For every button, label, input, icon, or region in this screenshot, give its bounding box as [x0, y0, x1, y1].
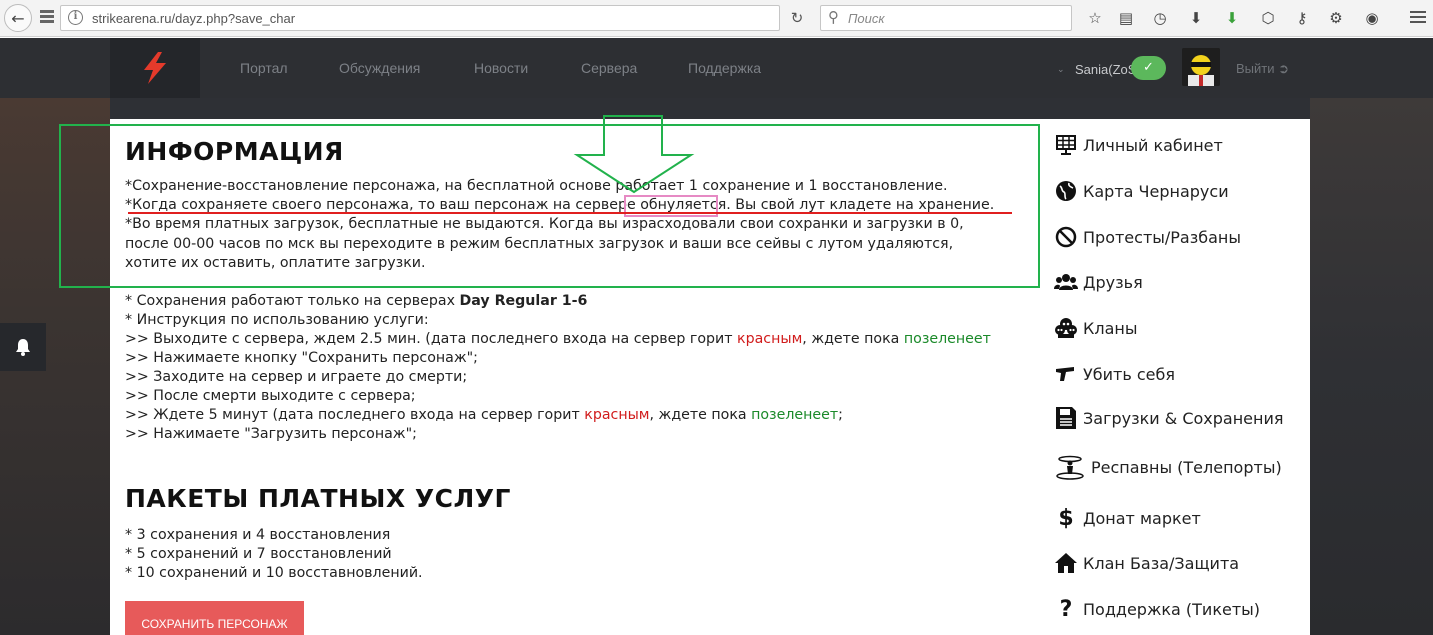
nav-news[interactable]: Новости: [474, 60, 528, 76]
check-icon: ✓: [1143, 60, 1154, 75]
logout-link[interactable]: Выйти ➲: [1236, 61, 1289, 77]
nav-servers[interactable]: Сервера: [581, 60, 637, 76]
nav-discussions[interactable]: Обсуждения: [339, 60, 420, 76]
background-art-right: [1310, 97, 1433, 635]
addon-icon[interactable]: ◉: [1362, 8, 1382, 28]
search-placeholder: Поиск: [848, 11, 885, 26]
sidebar-item-label: Личный кабинет: [1083, 135, 1223, 155]
pistol-icon: [1054, 362, 1078, 386]
sidebar-item-label: Загрузки & Сохранения: [1083, 408, 1284, 428]
search-icon: ⚲: [828, 8, 839, 26]
pack-item-3: * 10 сохранений и 10 восставновлений.: [125, 565, 423, 581]
site-info-icon[interactable]: i: [68, 10, 83, 25]
solar-panel-icon: [1054, 133, 1078, 157]
avatar[interactable]: [1182, 48, 1220, 86]
sidebar-item-label: Поддержка (Тикеты): [1083, 599, 1261, 619]
key-icon[interactable]: ⚷: [1292, 8, 1312, 28]
ban-icon: [1054, 225, 1078, 249]
step-4: >> После смерти выходите с сервера;: [125, 388, 416, 404]
reading-list-icon[interactable]: ▤: [1116, 8, 1136, 28]
annotation-red-underline: [128, 212, 1012, 214]
sidebar-item-cabinet[interactable]: Личный кабинет: [1054, 133, 1223, 157]
sidebar-item-label: Донат маркет: [1083, 508, 1201, 528]
bookmark-star-icon[interactable]: ☆: [1085, 8, 1105, 28]
lightning-logo-icon: [144, 52, 166, 84]
sidebar-item-label: Протесты/Разбаны: [1083, 227, 1242, 247]
home-icon: [1054, 551, 1078, 575]
sidebar-item-label: Кланы: [1083, 318, 1138, 338]
step-1: >> Выходите с сервера, ждем 2.5 мин. (да…: [125, 331, 991, 347]
back-button[interactable]: ←: [4, 4, 32, 32]
sidebar-item-suicide[interactable]: Убить себя: [1054, 362, 1175, 386]
instruction-title: * Инструкция по использованию услуги:: [125, 312, 429, 328]
avatar-image: [1182, 48, 1220, 86]
step-5: >> Ждете 5 минут (дата последнего входа …: [125, 407, 843, 423]
download-icon[interactable]: ⬇: [1186, 8, 1206, 28]
gear-icon[interactable]: ⚙: [1326, 8, 1346, 28]
site-logo[interactable]: [110, 38, 200, 98]
reload-button[interactable]: ↻: [784, 6, 810, 30]
sidebar-item-saves[interactable]: Загрузки & Сохранения: [1054, 406, 1284, 430]
annotation-green-frame: [59, 124, 1040, 288]
sidebar-item-clan-base[interactable]: Клан База/Защита: [1054, 551, 1239, 575]
annotation-down-arrow: [573, 115, 695, 194]
servers-note: * Сохранения работают только на серверах…: [125, 293, 588, 309]
arrow-left-icon: ←: [11, 8, 25, 28]
sidebar-item-support[interactable]: ? Поддержка (Тикеты): [1054, 596, 1261, 622]
logout-icon: ➲: [1278, 61, 1290, 76]
notifications-button[interactable]: [0, 323, 46, 371]
bell-icon: [16, 339, 30, 356]
status-check-button[interactable]: ✓: [1131, 56, 1166, 80]
step-2: >> Нажимаете кнопку "Сохранить персонаж"…: [125, 350, 478, 366]
sidebar-item-label: Клан База/Защита: [1083, 553, 1240, 573]
step-3: >> Заходите на сервер и играете до смерт…: [125, 369, 468, 385]
dollar-icon: $: [1058, 505, 1074, 531]
pack-item-1: * 3 сохранения и 4 восстановления: [125, 527, 391, 543]
sidebar-item-label: Убить себя: [1083, 364, 1175, 384]
save-character-button[interactable]: СОХРАНИТЬ ПЕРСОНАЖ: [125, 601, 304, 635]
download-helper-icon[interactable]: ⬇: [1222, 8, 1242, 28]
skulls-icon: [1054, 316, 1078, 340]
users-icon: [1054, 270, 1078, 294]
packs-title: ПАКЕТЫ ПЛАТНЫХ УСЛУГ: [125, 484, 511, 513]
sidebar-item-label: Карта Чернаруси: [1083, 181, 1229, 201]
hamburger-menu-icon[interactable]: [1410, 11, 1426, 26]
sidebar-item-clans[interactable]: Кланы: [1054, 316, 1137, 340]
chevron-down-icon[interactable]: ⌄: [1057, 64, 1065, 75]
step-6: >> Нажимаете "Загрузить персонаж";: [125, 426, 417, 442]
sidebar-item-label: Друзья: [1083, 272, 1143, 292]
reload-icon: ↻: [790, 9, 804, 27]
page-list-icon[interactable]: [40, 10, 54, 24]
sidebar-item-map[interactable]: Карта Чернаруси: [1054, 179, 1229, 203]
nav-support[interactable]: Поддержка: [688, 60, 761, 76]
sidebar-item-label: Респавны (Телепорты): [1091, 457, 1282, 477]
pack-item-2: * 5 сохранений и 7 восстановлений: [125, 546, 392, 562]
url-text[interactable]: strikearena.ru/dayz.php?save_char: [92, 11, 295, 26]
question-icon: ?: [1059, 596, 1073, 622]
shield-addon-icon[interactable]: ⬡: [1258, 8, 1278, 28]
sidebar-item-friends[interactable]: Друзья: [1054, 270, 1143, 294]
nav-portal[interactable]: Портал: [240, 60, 288, 76]
sidebar-item-donate[interactable]: $ Донат маркет: [1054, 505, 1201, 531]
globe-icon: [1054, 179, 1078, 203]
save-icon: [1054, 406, 1078, 430]
teleport-icon: [1054, 455, 1086, 480]
sidebar-item-protests[interactable]: Протесты/Разбаны: [1054, 225, 1241, 249]
history-icon[interactable]: ◷: [1150, 8, 1170, 28]
sidebar-item-respawns[interactable]: Респавны (Телепорты): [1054, 455, 1282, 480]
